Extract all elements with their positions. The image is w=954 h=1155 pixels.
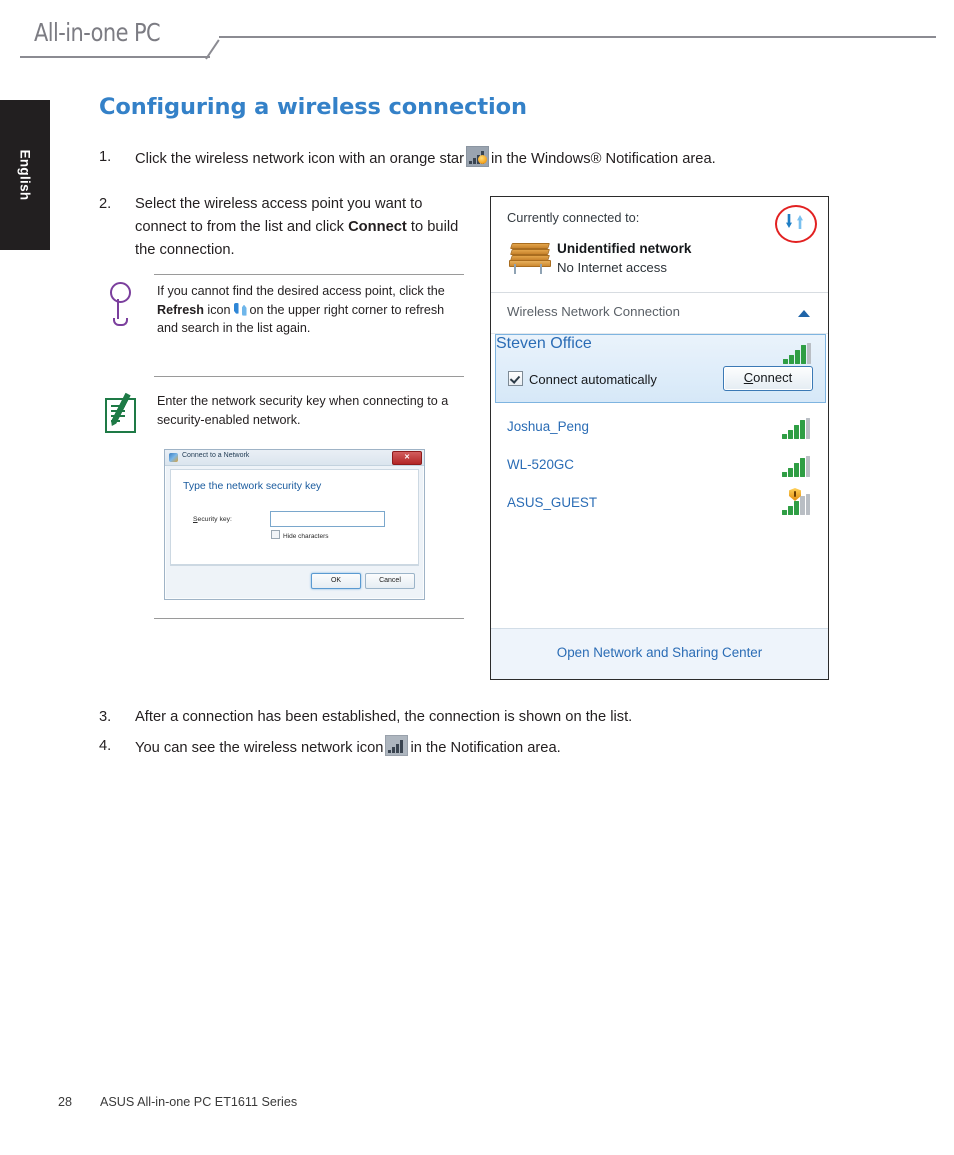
tip-magnifier-icon [104,282,138,326]
tip-line-1: If you cannot find the desired access po… [157,284,396,298]
connect-automatically-box[interactable] [508,371,523,386]
language-tab-label: English [17,149,33,201]
connect-automatically-checkbox[interactable]: Connect automatically [508,371,657,389]
network-panel-footer: Open Network and Sharing Center [491,628,828,679]
step-3-number: 3. [99,709,112,725]
tip-callout: If you cannot find the desired access po… [99,272,464,377]
product-name: All-in-one PC [34,18,161,47]
network-flyout-panel: Currently connected to: Unidentified net… [490,196,829,680]
connect-automatically-label: Connect automatically [529,372,657,387]
network-row[interactable]: ASUS_GUEST [491,485,828,523]
tip-rule-bottom [154,376,464,377]
step-1-pre: Click the wireless network icon with an … [135,151,464,167]
open-network-sharing-center-link[interactable]: Open Network and Sharing Center [491,645,828,660]
current-network-status: No Internet access [557,260,667,275]
page-title: Configuring a wireless connection [99,94,527,120]
signal-strength-icon [782,456,810,477]
tip-line-2-mid: icon [207,302,231,317]
cancel-button[interactable]: Cancel [365,573,415,589]
hide-characters-checkbox[interactable]: Hide characters [271,530,329,540]
chevron-up-icon[interactable] [798,310,810,317]
refresh-annotation [775,205,817,243]
network-ssid: Joshua_Peng [507,419,589,434]
header-rule-left [20,56,210,58]
note-rule-bottom [154,618,464,619]
dialog-footer: OK Cancel [170,565,419,594]
page-number: 28 [58,1095,73,1109]
step-1-post: in the Windows® Notification area. [490,151,716,167]
signal-strength-icon [782,488,810,515]
step-2-line1: Select the wireless access point you [135,196,371,212]
security-key-input[interactable] [270,511,385,527]
step-1-number: 1. [99,149,112,165]
step-2: 2. Select the wireless access point you … [99,193,459,262]
wireless-connection-group-title: Wireless Network Connection [507,304,680,319]
security-key-label-rest: ecurity key: [197,516,232,523]
step-1: 1. Click the wireless network icon with … [99,146,859,171]
header-rule-slash [205,39,220,60]
signal-strength-icon [783,343,811,364]
currently-connected-section: Currently connected to: Unidentified net… [491,197,828,293]
tip-refresh-bold: Refresh [157,302,204,317]
network-row[interactable]: Joshua_Peng [491,409,828,447]
note-line-1: Enter the network security key when [157,394,360,408]
page-header: All-in-one PC [0,18,954,62]
refresh-icon[interactable] [786,213,803,230]
connect-button-mnemonic: C [743,370,754,385]
connect-button[interactable]: Connect [723,366,813,391]
current-network-name: Unidentified network [557,241,692,256]
note-pad-icon [103,394,139,433]
step-2-text: Select the wireless access point you wan… [135,193,459,262]
step-4-pre: You can see the wireless network icon [135,740,384,756]
hide-characters-label: Hide characters [283,533,329,540]
connect-button-rest: onnect [753,370,793,385]
dialog-titlebar: Connect to a Network ✕ [165,450,424,466]
wifi-bars-icon [385,735,409,756]
footer-doc-title: ASUS All-in-one PC ET1611 Series [100,1095,298,1109]
network-row[interactable]: WL-520GC [491,447,828,485]
step-4: 4. You can see the wireless network icon… [99,735,859,760]
wifi-orange-star-icon [465,146,489,167]
step-2-number: 2. [99,196,112,212]
wireless-connection-group-header[interactable]: Wireless Network Connection [491,293,828,334]
currently-connected-label: Currently connected to: [507,210,640,225]
step-3: 3. After a connection has been establish… [99,706,859,729]
dialog-title: Connect to a Network [182,452,250,459]
dialog-app-icon [169,453,178,462]
page-footer: 28 ASUS All-in-one PC ET1611 Series [58,1095,297,1109]
step-3-text: After a connection has been established,… [135,709,633,725]
note-text: Enter the network security key when conn… [157,392,462,429]
language-tab: English [0,100,50,250]
bench-icon [509,241,551,275]
ok-button[interactable]: OK [311,573,361,589]
step-1-text: Click the wireless network icon with an … [135,146,859,171]
tip-line-2-post: on the upper [249,302,321,317]
selected-network-ssid: Steven Office [496,335,592,352]
tip-line-2-pre: click the [399,284,445,298]
network-row-selected[interactable]: Steven Office Connect automatically Conn… [495,334,826,403]
tip-text: If you cannot find the desired access po… [157,282,462,338]
dialog-heading: Type the network security key [183,480,322,492]
network-ssid: WL-520GC [507,457,574,472]
security-key-dialog: Connect to a Network ✕ Type the network … [164,449,425,600]
dialog-body: Type the network security key Security k… [170,469,419,565]
network-ssid: ASUS_GUEST [507,495,598,510]
header-rule-right [219,36,936,38]
refresh-icon [233,302,248,317]
close-icon[interactable]: ✕ [392,451,422,465]
signal-strength-icon [782,418,810,439]
step-4-post: in the Notification area. [410,740,561,756]
security-key-label: Security key: [193,516,232,523]
step-2-bold-connect: Connect [348,219,407,235]
step-4-text: You can see the wireless network icon in… [135,735,859,760]
step-4-number: 4. [99,738,112,754]
tip-rule-top [154,274,464,275]
tip-line-4: list again. [257,321,311,336]
hide-characters-box[interactable] [271,530,280,539]
